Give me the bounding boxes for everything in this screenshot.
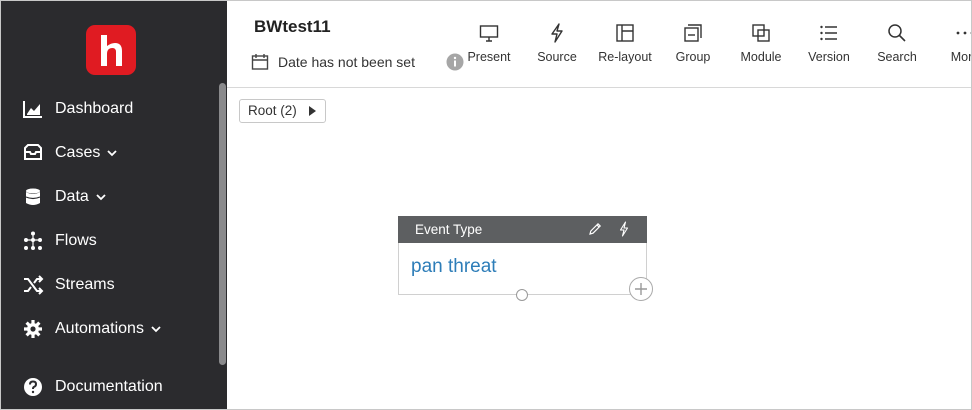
chevron-down-icon [151,326,161,333]
toolbar-label: Module [740,50,782,64]
edit-pencil-icon[interactable] [587,221,603,237]
node-body: pan threat [398,243,647,295]
chevron-down-icon [107,150,117,157]
toolbar-label: More [950,50,972,64]
sidebar-item-flows[interactable]: Flows [1,225,217,257]
node-value[interactable]: pan threat [411,256,497,278]
lightning-icon [551,23,563,43]
sidebar-item-label: Streams [55,276,115,293]
gear-icon [24,320,42,338]
calendar-icon[interactable] [251,53,269,71]
sidebar-item-label: Data [55,188,89,205]
sidebar-item-dashboard[interactable]: Dashboard [1,93,217,125]
sidebar-item-automations[interactable]: Automations [1,313,217,345]
group-icon [684,24,702,42]
module-button[interactable]: Module [727,21,795,71]
more-icon [956,31,971,35]
database-icon [25,188,41,205]
inbox-icon [24,144,42,160]
monitor-icon [479,25,499,42]
app-window: Dashboard Cases Data Flows Streams Autom… [0,0,972,410]
present-button[interactable]: Present [455,21,523,71]
node-header: Event Type [398,216,647,243]
plus-icon [635,283,647,295]
sidebar-item-label: Automations [55,320,144,337]
graph-canvas[interactable]: Root (2) Event Type pan threat [227,88,971,409]
sidebar-scrollbar[interactable] [219,83,226,365]
help-icon [24,378,42,396]
graph-node[interactable]: Event Type pan threat [398,216,653,301]
caret-right-icon [308,106,316,116]
sidebar-item-label: Documentation [55,378,163,395]
sidebar-item-label: Dashboard [55,100,134,117]
search-button[interactable]: Search [863,21,931,71]
breadcrumb-label: Root (2) [248,103,297,118]
flows-icon [24,231,42,250]
shuffle-icon [24,275,44,295]
page-title: BWtest11 [254,17,331,36]
chevron-down-icon [96,194,106,201]
node-title: Event Type [415,222,483,237]
toolbar-label: Group [675,50,711,64]
h-logo-icon[interactable] [86,25,136,75]
sidebar-item-cases[interactable]: Cases [1,137,217,169]
node-connector-handle[interactable] [516,289,528,301]
sidebar-item-streams[interactable]: Streams [1,269,217,301]
layout-icon [616,24,634,42]
more-button[interactable]: More [931,21,972,71]
header: BWtest11 Date has not been set Present S… [227,1,972,88]
toolbar-label: Version [808,50,850,64]
breadcrumb[interactable]: Root (2) [239,99,326,123]
source-button[interactable]: Source [523,21,591,71]
version-button[interactable]: Version [795,21,863,71]
toolbar-label: Re-layout [598,50,652,64]
re-layout-button[interactable]: Re-layout [591,21,659,71]
list-icon [820,25,837,41]
lightning-icon[interactable] [616,221,632,237]
sidebar: Dashboard Cases Data Flows Streams Autom… [1,1,227,409]
sidebar-item-documentation[interactable]: Documentation [1,371,217,403]
search-icon [888,24,906,42]
group-button[interactable]: Group [659,21,727,71]
module-icon [752,24,770,42]
chart-icon [23,101,42,118]
sidebar-item-data[interactable]: Data [1,181,217,213]
sidebar-item-label: Cases [55,144,101,161]
add-node-button[interactable] [629,277,653,301]
toolbar-label: Search [877,50,917,64]
toolbar-label: Present [467,50,511,64]
date-status-text[interactable]: Date has not been set [278,54,415,70]
sidebar-item-label: Flows [55,232,97,249]
toolbar-label: Source [537,50,577,64]
